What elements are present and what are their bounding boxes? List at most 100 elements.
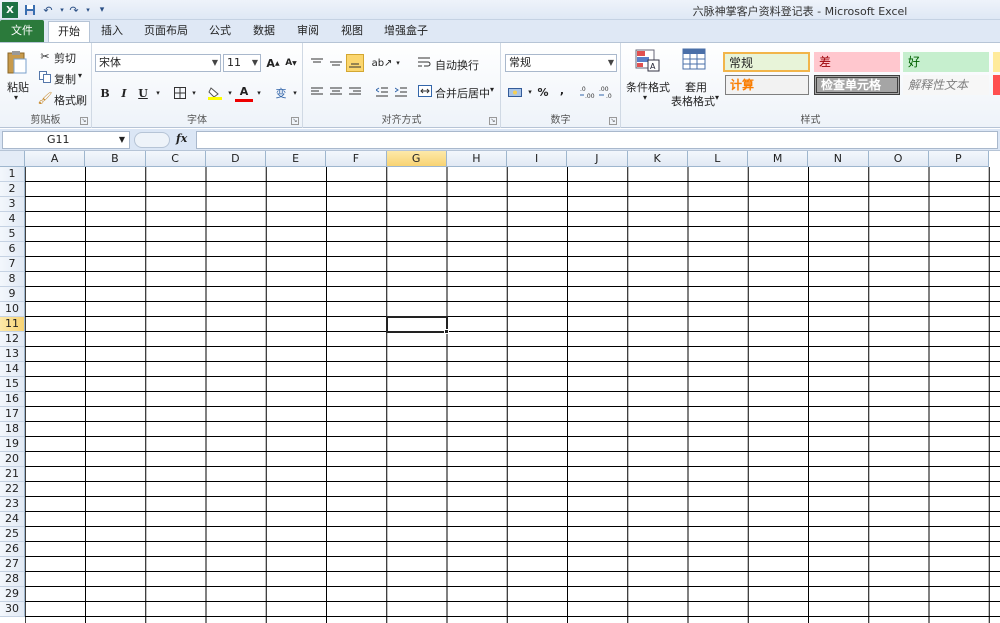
style-warning-partial[interactable] xyxy=(993,75,1000,95)
clipboard-launcher-icon[interactable]: ↘ xyxy=(80,117,88,125)
tab-file[interactable]: 文件 xyxy=(0,20,44,42)
format-painter-button[interactable]: 格式刷 xyxy=(54,92,87,108)
decrease-decimal-icon[interactable]: .00.0 xyxy=(598,83,616,101)
formula-bar-splitter[interactable] xyxy=(134,132,170,148)
row-header-28[interactable]: 28 xyxy=(0,572,25,587)
row-header-9[interactable]: 9 xyxy=(0,287,25,302)
row-header-26[interactable]: 26 xyxy=(0,542,25,557)
tab-view[interactable]: 视图 xyxy=(334,20,370,42)
row-header-16[interactable]: 16 xyxy=(0,392,25,407)
border-dropdown-icon[interactable]: ▾ xyxy=(185,84,203,102)
row-header-23[interactable]: 23 xyxy=(0,497,25,512)
cell-area[interactable] xyxy=(25,167,1000,623)
column-header-c[interactable]: C xyxy=(145,151,206,167)
font-name-select[interactable]: 宋体 ▼ xyxy=(95,54,221,72)
style-explanatory[interactable]: 解释性文本 xyxy=(903,75,989,95)
spreadsheet-grid[interactable]: ABCDEFGHIJKLMNOP 1 2 3 4 5 6 7 8 9 10 11 12 13 14 15 16… xyxy=(0,151,1000,623)
increase-decimal-icon[interactable]: .0.00 xyxy=(579,83,597,101)
style-neutral-partial[interactable] xyxy=(993,52,1000,72)
style-bad[interactable]: 差 xyxy=(814,52,900,72)
decrease-font-size-icon[interactable]: A ▼ xyxy=(282,54,300,72)
paste-icon[interactable] xyxy=(6,49,28,75)
row-header-6[interactable]: 6 xyxy=(0,242,25,257)
column-header-o[interactable]: O xyxy=(868,151,929,167)
font-color-dropdown-icon[interactable]: ▾ xyxy=(250,84,268,102)
font-size-select[interactable]: 11 ▼ xyxy=(223,54,261,72)
align-right-icon[interactable] xyxy=(346,83,364,101)
style-normal[interactable]: 常规 xyxy=(723,52,810,72)
tab-formulas[interactable]: 公式 xyxy=(202,20,238,42)
row-header-14[interactable]: 14 xyxy=(0,362,25,377)
row-header-22[interactable]: 22 xyxy=(0,482,25,497)
orientation-dropdown-icon[interactable]: ▾ xyxy=(389,54,407,72)
number-launcher-icon[interactable]: ↘ xyxy=(609,117,617,125)
style-good[interactable]: 好 xyxy=(903,52,989,72)
tab-data[interactable]: 数据 xyxy=(246,20,282,42)
wrap-text-icon[interactable] xyxy=(418,55,432,69)
cut-button[interactable]: 剪切 xyxy=(54,50,76,66)
tab-insert[interactable]: 插入 xyxy=(94,20,130,42)
column-header-j[interactable]: J xyxy=(567,151,628,167)
tab-home[interactable]: 开始 xyxy=(48,21,90,43)
tab-enhance-box[interactable]: 增强盒子 xyxy=(378,20,434,42)
row-header-27[interactable]: 27 xyxy=(0,557,25,572)
column-header-p[interactable]: P xyxy=(928,151,989,167)
row-header-30[interactable]: 30 xyxy=(0,602,25,617)
copy-icon[interactable] xyxy=(38,70,52,84)
align-middle-icon[interactable] xyxy=(327,54,345,72)
align-top-icon[interactable] xyxy=(308,54,326,72)
percent-button[interactable]: % xyxy=(534,83,552,101)
copy-button[interactable]: 复制 xyxy=(54,71,76,87)
column-header-f[interactable]: F xyxy=(326,151,387,167)
fill-handle[interactable] xyxy=(443,329,449,334)
merge-center-button[interactable]: 合并后居中 xyxy=(435,85,490,101)
row-header-21[interactable]: 21 xyxy=(0,467,25,482)
tab-review[interactable]: 审阅 xyxy=(290,20,326,42)
active-cell[interactable] xyxy=(385,316,448,333)
tab-page-layout[interactable]: 页面布局 xyxy=(138,20,194,42)
column-header-b[interactable]: B xyxy=(85,151,146,167)
row-header-1[interactable]: 1 xyxy=(0,167,25,182)
select-all-corner[interactable] xyxy=(0,151,25,167)
conditional-format-button[interactable]: 条件格式 xyxy=(626,79,670,95)
align-bottom-icon[interactable] xyxy=(346,54,364,72)
column-header-g[interactable]: G xyxy=(386,151,447,167)
format-as-table-icon[interactable] xyxy=(681,47,709,73)
copy-dropdown-icon[interactable]: ▾ xyxy=(78,71,82,80)
column-header-i[interactable]: I xyxy=(507,151,568,167)
row-header-10[interactable]: 10 xyxy=(0,302,25,317)
increase-font-size-icon[interactable]: A ▲ xyxy=(264,54,282,72)
format-painter-icon[interactable]: 🖌 xyxy=(37,91,52,105)
scissors-icon[interactable]: ✂ xyxy=(38,49,52,63)
number-format-select[interactable]: 常规 ▼ xyxy=(505,54,617,72)
font-launcher-icon[interactable]: ↘ xyxy=(291,117,299,125)
underline-dropdown-icon[interactable]: ▾ xyxy=(149,84,167,102)
column-header-a[interactable]: A xyxy=(25,151,86,167)
column-header-m[interactable]: M xyxy=(748,151,809,167)
wrap-text-button[interactable]: 自动换行 xyxy=(435,57,479,73)
column-header-d[interactable]: D xyxy=(205,151,266,167)
paste-dropdown-icon[interactable]: ▾ xyxy=(14,93,18,102)
row-header-4[interactable]: 4 xyxy=(0,212,25,227)
format-as-table-dropdown-icon[interactable]: ▾ xyxy=(715,93,719,102)
increase-indent-icon[interactable] xyxy=(392,83,410,101)
merge-dropdown-icon[interactable]: ▾ xyxy=(490,85,494,94)
column-header-h[interactable]: H xyxy=(446,151,507,167)
row-header-15[interactable]: 15 xyxy=(0,377,25,392)
format-as-table-button[interactable]: 表格格式 xyxy=(671,93,715,109)
column-header-l[interactable]: L xyxy=(687,151,748,167)
column-header-e[interactable]: E xyxy=(266,151,327,167)
comma-button[interactable]: , xyxy=(553,81,571,99)
insert-function-icon[interactable]: fx xyxy=(176,132,187,145)
align-center-icon[interactable] xyxy=(327,83,345,101)
merge-center-icon[interactable] xyxy=(418,84,432,98)
row-header-13[interactable]: 13 xyxy=(0,347,25,362)
row-header-7[interactable]: 7 xyxy=(0,257,25,272)
style-calculation[interactable]: 计算 xyxy=(725,75,809,95)
style-check-cell[interactable]: 检查单元格 xyxy=(814,75,900,95)
row-header-3[interactable]: 3 xyxy=(0,197,25,212)
conditional-format-dropdown-icon[interactable]: ▾ xyxy=(643,93,647,102)
phonetic-dropdown-icon[interactable]: ▾ xyxy=(286,84,304,102)
conditional-format-icon[interactable]: A xyxy=(633,47,661,73)
row-header-17[interactable]: 17 xyxy=(0,407,25,422)
